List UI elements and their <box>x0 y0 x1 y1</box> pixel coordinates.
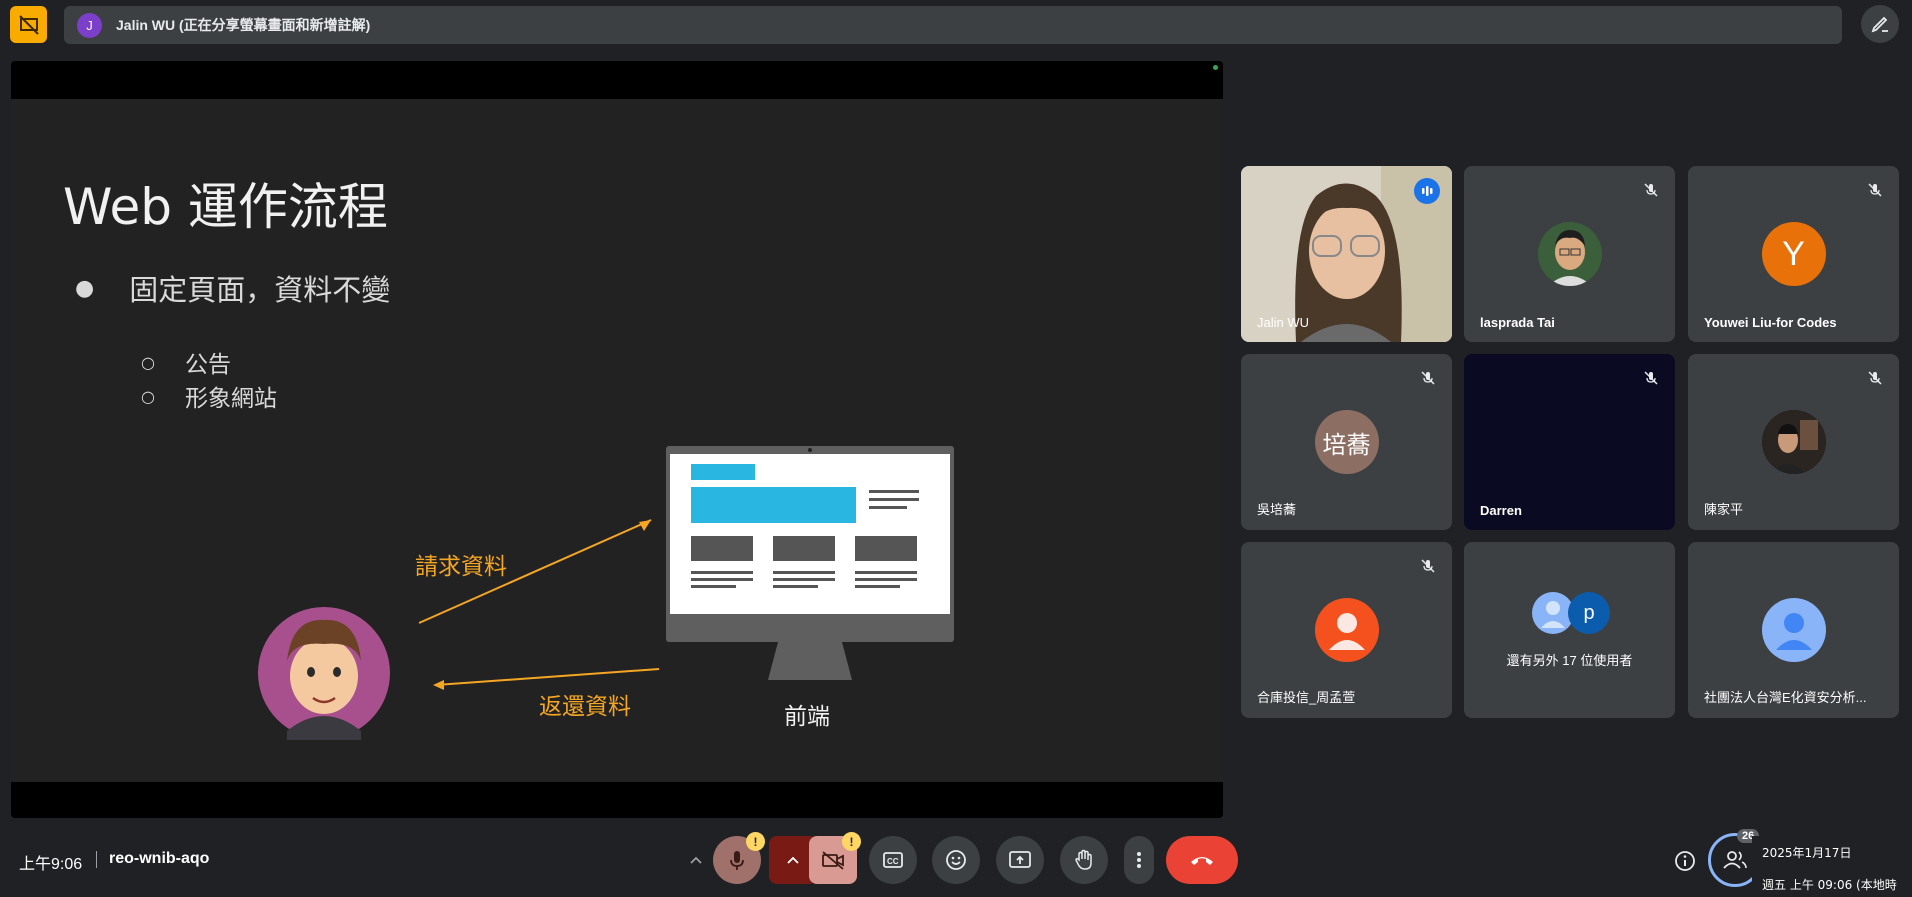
mic-off-icon <box>1418 556 1438 576</box>
participant-photo <box>1761 410 1826 474</box>
mic-off-icon <box>1641 180 1661 200</box>
mic-off-icon <box>1865 368 1885 388</box>
microphone-icon <box>730 851 744 870</box>
system-clock: 2025年1月17日 週五 上午 09:06 (本地時間) <box>1752 836 1912 897</box>
presenter-avatar: J <box>77 12 102 38</box>
participant-tile[interactable]: 培蕎 吳培蕎 <box>1241 354 1452 530</box>
present-screen-icon <box>1009 851 1031 868</box>
participant-tile[interactable]: Darren <box>1464 354 1675 530</box>
participant-tile[interactable]: lasprada Tai <box>1464 166 1675 342</box>
present-screen-button[interactable] <box>996 836 1044 884</box>
system-date: 2025年1月17日 <box>1762 846 1852 860</box>
participant-name: 社團法人台灣E化資安分析... <box>1704 690 1867 705</box>
divider <box>96 851 97 868</box>
participant-name: 陳家平 <box>1704 502 1744 517</box>
current-time: 上午9:06 <box>19 856 83 873</box>
pen-icon <box>1871 16 1888 33</box>
people-icon <box>1723 851 1747 869</box>
more-options-button[interactable] <box>1124 836 1154 884</box>
mic-off-icon <box>1865 180 1885 200</box>
screen-share-app-icon[interactable] <box>10 6 47 43</box>
reactions-button[interactable] <box>932 836 980 884</box>
emoji-icon <box>946 850 966 870</box>
mic-warning-icon: ! <box>746 832 765 851</box>
person-avatar-icon <box>1314 598 1379 662</box>
participant-name: Jalin WU <box>1257 315 1310 330</box>
participant-tile[interactable]: 陳家平 <box>1688 354 1899 530</box>
chevron-up-icon <box>787 856 799 864</box>
chevron-up-icon <box>690 856 702 864</box>
leave-call-button[interactable] <box>1166 836 1238 884</box>
svg-text:CC: CC <box>887 857 899 866</box>
participant-letter-avatar: p <box>1568 592 1610 634</box>
participant-photo <box>1537 222 1602 286</box>
request-data-label: 請求資料 <box>415 554 507 580</box>
user-cartoon-avatar <box>258 607 390 740</box>
closed-captions-icon: CC <box>883 852 903 868</box>
participant-name: 合庫投信_周孟萱 <box>1257 690 1356 705</box>
participant-name: 吳培蕎 <box>1257 502 1297 517</box>
no-screen-icon <box>18 14 39 35</box>
info-icon <box>1675 851 1695 871</box>
hand-icon <box>1075 849 1092 870</box>
meeting-details-button[interactable] <box>1672 848 1698 874</box>
speaking-indicator-icon <box>1414 178 1440 204</box>
participant-name: Youwei Liu-for Codes <box>1704 315 1837 330</box>
participant-tile[interactable]: 合庫投信_周孟萱 <box>1241 542 1452 718</box>
participant-tile[interactable]: Jalin WU <box>1241 166 1452 342</box>
captions-button[interactable]: CC <box>869 836 917 884</box>
mic-off-icon <box>1641 368 1661 388</box>
return-data-label: 返還資料 <box>539 694 631 720</box>
flow-arrows <box>418 519 660 690</box>
monitor-icon <box>666 446 954 680</box>
participant-tile[interactable]: 社團法人台灣E化資安分析... <box>1688 542 1899 718</box>
more-participants-label: 還有另外 17 位使用者 <box>1506 653 1633 668</box>
more-vert-icon <box>1137 852 1141 868</box>
raise-hand-button[interactable] <box>1060 836 1108 884</box>
presentation-slide: Web 運作流程 ● 固定頁面，資料不變 ○ 公告 ○ 形象網站 請求資料 返還資料 <box>11 99 1223 782</box>
annotate-button[interactable] <box>1861 5 1899 43</box>
camera-off-icon <box>822 851 844 870</box>
system-datetime: 週五 上午 09:06 (本地時間) <box>1762 878 1897 897</box>
presenter-bar[interactable]: J Jalin WU (正在分享螢幕畫面和新增註解) <box>64 6 1842 44</box>
live-indicator <box>1213 65 1218 70</box>
person-avatar-icon <box>1761 598 1826 662</box>
camera-warning-icon: ! <box>842 832 861 851</box>
frontend-label: 前端 <box>784 704 830 730</box>
audio-options-button[interactable] <box>676 836 716 884</box>
shared-screen: Web 運作流程 ● 固定頁面，資料不變 ○ 公告 ○ 形象網站 請求資料 返還資料 <box>11 61 1223 818</box>
mic-off-icon <box>1418 368 1438 388</box>
hang-up-icon <box>1191 857 1213 865</box>
participant-name: Darren <box>1480 503 1522 518</box>
presenter-status-text: Jalin WU (正在分享螢幕畫面和新增註解) <box>116 17 371 33</box>
participant-name: lasprada Tai <box>1480 315 1555 330</box>
participant-tile[interactable]: Y Youwei Liu-for Codes <box>1688 166 1899 342</box>
more-participants-tile[interactable]: p 還有另外 17 位使用者 <box>1464 542 1675 718</box>
participant-letter-avatar: Y <box>1761 222 1826 286</box>
participant-letter-avatar: 培蕎 <box>1314 410 1379 474</box>
meeting-code: reo-wnib-aqo <box>109 850 210 867</box>
